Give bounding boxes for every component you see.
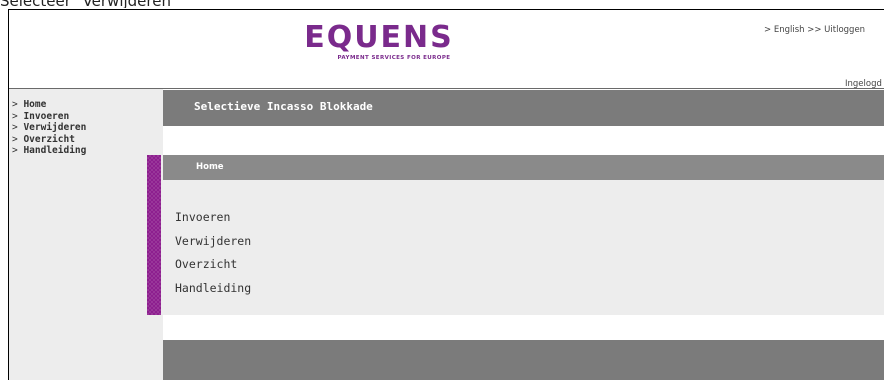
- page-title: Selectieve Incasso Blokkade: [194, 100, 373, 113]
- sidebar-item-overzicht[interactable]: > Overzicht: [12, 134, 86, 146]
- sidebar-item-label: Home: [23, 99, 47, 110]
- english-link[interactable]: > English: [764, 25, 805, 35]
- title-bar: Selectieve Incasso Blokkade: [163, 90, 884, 126]
- sidebar-item-invoeren[interactable]: > Invoeren: [12, 111, 86, 123]
- section-bar: Home: [163, 155, 884, 180]
- content-link-overzicht[interactable]: Overzicht: [175, 253, 251, 277]
- page-caption: Selecteer "Verwijderen": [0, 0, 178, 8]
- content-link-invoeren[interactable]: Invoeren: [175, 206, 251, 230]
- chevron-right-icon: >: [12, 133, 24, 145]
- equens-logo[interactable]: EQUENS PAYMENT SERVICES FOR EUROPE: [284, 20, 474, 62]
- chevron-right-icon: >: [12, 122, 24, 133]
- accent-strip: [147, 155, 161, 315]
- browser-frame: EQUENS PAYMENT SERVICES FOR EUROPE > Eng…: [8, 9, 884, 380]
- sidebar-item-handleiding[interactable]: > Handleiding: [12, 145, 86, 157]
- content-link-handleiding[interactable]: Handleiding: [175, 277, 251, 301]
- logo-tagline: PAYMENT SERVICES FOR EUROPE: [337, 55, 451, 61]
- sidebar-item-label: Overzicht: [23, 133, 75, 145]
- chevron-right-icon: >: [12, 99, 24, 110]
- section-title: Home: [196, 162, 224, 172]
- footer-bar: [163, 340, 884, 380]
- sidebar-item-label: Invoeren: [23, 110, 70, 122]
- chevron-right-icon: >: [12, 145, 24, 156]
- sidebar: > Home > Invoeren > Verwijderen > Overzi…: [9, 89, 163, 380]
- sidebar-nav: > Home > Invoeren > Verwijderen > Overzi…: [12, 99, 86, 157]
- sidebar-item-home[interactable]: > Home: [12, 99, 86, 111]
- chevron-right-icon: >: [12, 110, 24, 122]
- content-link-verwijderen[interactable]: Verwijderen: [175, 230, 251, 254]
- header-links: > English >> Uitloggen: [764, 25, 865, 35]
- logout-link[interactable]: >> Uitloggen: [807, 25, 865, 35]
- sidebar-item-verwijderen[interactable]: > Verwijderen: [12, 122, 86, 134]
- logo-wordmark: EQUENS: [304, 20, 454, 55]
- page-header: EQUENS PAYMENT SERVICES FOR EUROPE > Eng…: [9, 10, 884, 89]
- login-status: Ingelogd: [845, 79, 882, 89]
- sidebar-item-label: Handleiding: [23, 145, 87, 156]
- content-panel: Invoeren Verwijderen Overzicht Handleidi…: [163, 180, 884, 315]
- sidebar-item-label: Verwijderen: [23, 122, 87, 133]
- content-links: Invoeren Verwijderen Overzicht Handleidi…: [175, 206, 251, 300]
